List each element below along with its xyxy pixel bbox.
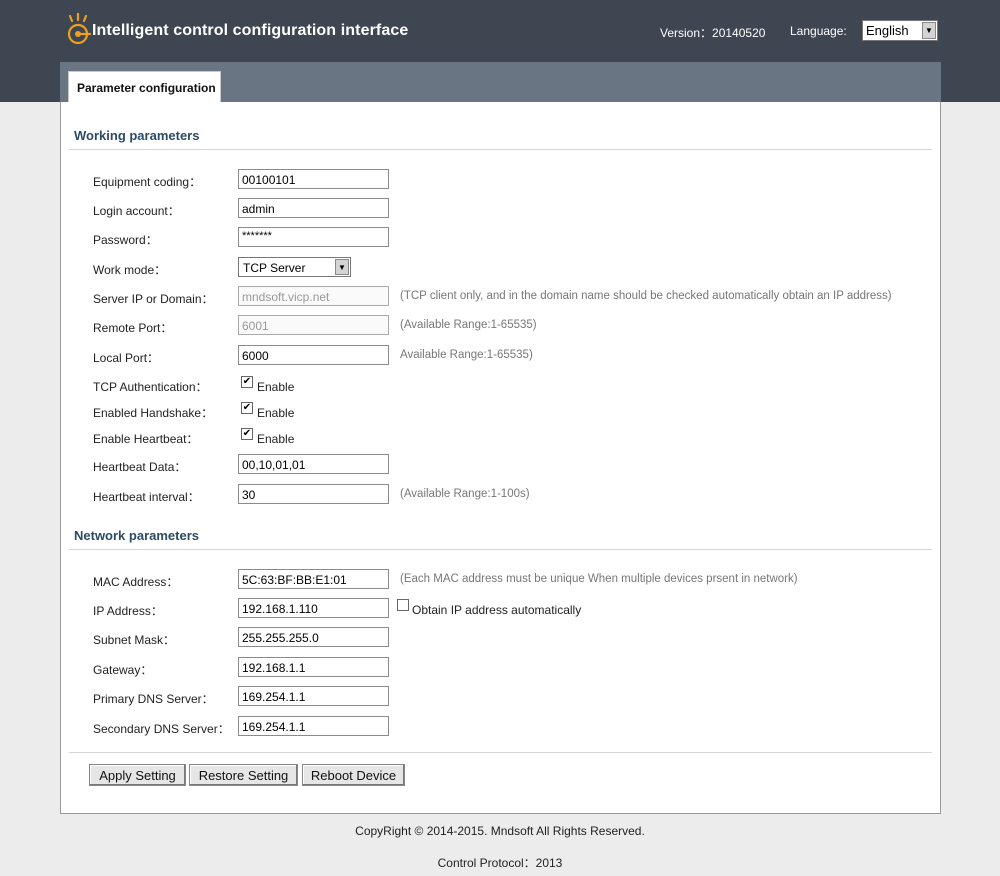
section-divider	[69, 149, 932, 150]
secondary-dns-label: Secondary DNS Server：	[93, 722, 230, 736]
enabled-handshake-checkbox[interactable]: ✔	[241, 402, 253, 414]
login-account-label: Login account：	[93, 204, 180, 218]
tcp-authentication-enable-label: Enable	[257, 380, 295, 394]
tcp-authentication-row: TCP Authentication： ✔ Enable	[61, 374, 941, 396]
enable-heartbeat-enable-label: Enable	[257, 432, 295, 446]
server-ip-row: Server IP or Domain： mndsoft.vicp.net (T…	[61, 286, 941, 308]
secondary-dns-row: Secondary DNS Server： 169.254.1.1	[61, 716, 941, 738]
subnet-mask-row: Subnet Mask： 255.255.255.0	[61, 627, 941, 649]
server-ip-hint: (TCP client only, and in the domain name…	[400, 290, 892, 302]
version-label: Version：20140520	[660, 26, 766, 40]
subnet-mask-input[interactable]: 255.255.255.0	[238, 627, 389, 647]
remote-port-row: Remote Port： 6001 (Available Range:1-655…	[61, 315, 941, 337]
remote-port-hint: (Available Range:1-65535)	[400, 319, 537, 331]
brand-logo-icon	[67, 12, 92, 45]
config-panel: Working parameters Equipment coding： 001…	[60, 102, 941, 814]
primary-dns-input[interactable]: 169.254.1.1	[238, 686, 389, 706]
heartbeat-interval-label: Heartbeat interval：	[93, 490, 200, 504]
working-parameters-title: Working parameters	[74, 128, 200, 143]
gateway-input[interactable]: 192.168.1.1	[238, 657, 389, 677]
enabled-handshake-row: Enabled Handshake： ✔ Enable	[61, 400, 941, 422]
login-account-row: Login account： admin	[61, 198, 941, 220]
equipment-coding-label: Equipment coding：	[93, 175, 202, 189]
section-divider	[69, 549, 932, 550]
restore-setting-button[interactable]: Restore Setting	[189, 764, 298, 786]
language-label: Language:	[790, 24, 847, 38]
server-ip-label: Server IP or Domain：	[93, 292, 214, 306]
gateway-row: Gateway： 192.168.1.1	[61, 657, 941, 679]
heartbeat-data-input[interactable]: 00,10,01,01	[238, 454, 389, 474]
local-port-hint: Available Range:1-65535)	[400, 349, 533, 361]
mac-address-hint: (Each MAC address must be unique When mu…	[400, 573, 798, 585]
password-row: Password： *******	[61, 227, 941, 249]
work-mode-row: Work mode： TCP Server ▼	[61, 257, 941, 279]
dropdown-arrow-icon: ▼	[922, 22, 936, 39]
mac-address-input[interactable]: 5C:63:BF:BB:E1:01	[238, 569, 389, 589]
ip-address-label: IP Address：	[93, 604, 163, 618]
apply-setting-button[interactable]: Apply Setting	[89, 764, 186, 786]
mac-address-row: MAC Address： 5C:63:BF:BB:E1:01 (Each MAC…	[61, 569, 941, 591]
ip-address-row: IP Address： 192.168.1.110 Obtain IP addr…	[61, 598, 941, 620]
app-title: Intelligent control configuration interf…	[92, 22, 409, 39]
dropdown-arrow-icon: ▼	[335, 259, 349, 275]
network-parameters-title: Network parameters	[74, 528, 199, 543]
footer-copyright: CopyRight © 2014-2015. Mndsoft All Right…	[355, 824, 645, 838]
server-ip-input[interactable]: mndsoft.vicp.net	[238, 286, 389, 306]
tcp-authentication-checkbox[interactable]: ✔	[241, 376, 253, 388]
secondary-dns-input[interactable]: 169.254.1.1	[238, 716, 389, 736]
primary-dns-label: Primary DNS Server：	[93, 692, 214, 706]
login-account-input[interactable]: admin	[238, 198, 389, 218]
local-port-input[interactable]: 6000	[238, 345, 389, 365]
remote-port-label: Remote Port：	[93, 321, 173, 335]
heartbeat-interval-hint: (Available Range:1-100s)	[400, 488, 530, 500]
footer-protocol: Control Protocol：2013	[437, 856, 563, 870]
enable-heartbeat-label: Enable Heartbeat：	[93, 432, 199, 446]
obtain-ip-auto-checkbox[interactable]	[397, 599, 409, 611]
work-mode-label: Work mode：	[93, 263, 167, 277]
language-select-value: English	[866, 23, 909, 38]
heartbeat-data-label: Heartbeat Data：	[93, 460, 187, 474]
enable-heartbeat-row: Enable Heartbeat： ✔ Enable	[61, 426, 941, 448]
language-select[interactable]: English ▼	[862, 20, 938, 41]
primary-dns-row: Primary DNS Server： 169.254.1.1	[61, 686, 941, 708]
enabled-handshake-enable-label: Enable	[257, 406, 295, 420]
gateway-label: Gateway：	[93, 663, 153, 677]
enabled-handshake-label: Enabled Handshake：	[93, 406, 214, 420]
local-port-label: Local Port：	[93, 351, 160, 365]
remote-port-input[interactable]: 6001	[238, 315, 389, 335]
password-input[interactable]: *******	[238, 227, 389, 247]
tcp-authentication-label: TCP Authentication：	[93, 380, 208, 394]
obtain-ip-auto-label: Obtain IP address automatically	[412, 603, 582, 617]
button-divider	[69, 752, 932, 753]
subnet-mask-label: Subnet Mask：	[93, 633, 176, 647]
enable-heartbeat-checkbox[interactable]: ✔	[241, 428, 253, 440]
work-mode-select[interactable]: TCP Server ▼	[238, 257, 351, 277]
heartbeat-interval-row: Heartbeat interval： 30 (Available Range:…	[61, 484, 941, 506]
ip-address-input[interactable]: 192.168.1.110	[238, 598, 389, 618]
reboot-device-button[interactable]: Reboot Device	[302, 764, 405, 786]
equipment-coding-row: Equipment coding： 00100101	[61, 169, 941, 191]
password-label: Password：	[93, 233, 158, 247]
mac-address-label: MAC Address：	[93, 575, 179, 589]
tab-parameter-configuration[interactable]: Parameter configuration	[68, 71, 221, 102]
heartbeat-interval-input[interactable]: 30	[238, 484, 389, 504]
work-mode-value: TCP Server	[243, 261, 306, 275]
equipment-coding-input[interactable]: 00100101	[238, 169, 389, 189]
heartbeat-data-row: Heartbeat Data： 00,10,01,01	[61, 454, 941, 476]
local-port-row: Local Port： 6000 Available Range:1-65535…	[61, 345, 941, 367]
